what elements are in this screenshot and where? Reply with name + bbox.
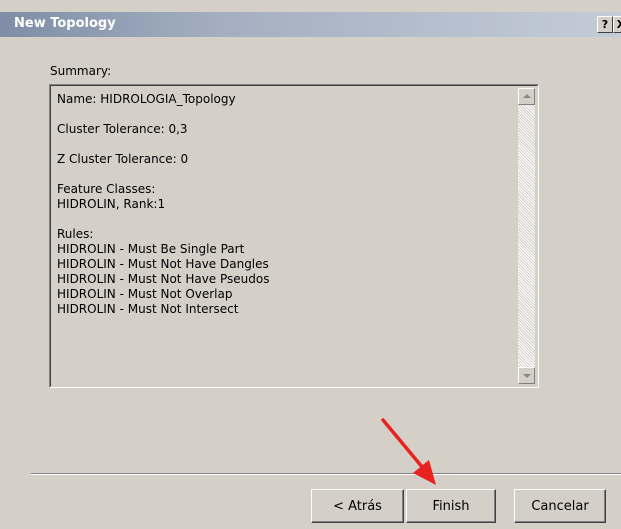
annotation-arrow-shaft bbox=[381, 418, 425, 470]
scroll-down-button[interactable] bbox=[518, 367, 535, 384]
scroll-up-arrow-icon bbox=[523, 94, 531, 98]
scroll-up-button[interactable] bbox=[518, 88, 535, 105]
vertical-scrollbar[interactable] bbox=[518, 88, 535, 384]
help-button[interactable]: ? bbox=[597, 16, 613, 33]
summary-textbox[interactable]: Name: HIDROLOGIA_Topology Cluster Tolera… bbox=[49, 84, 539, 388]
cancel-button[interactable]: Cancelar bbox=[514, 489, 606, 523]
window-title: New Topology bbox=[14, 16, 116, 31]
title-bar[interactable]: New Topology ? X bbox=[0, 12, 621, 37]
summary-textbox-inner: Name: HIDROLOGIA_Topology Cluster Tolera… bbox=[50, 85, 538, 387]
button-separator bbox=[31, 473, 621, 475]
summary-content: Name: HIDROLOGIA_Topology Cluster Tolera… bbox=[57, 92, 270, 316]
new-topology-dialog: New Topology ? X Summary: Name: HIDROLOG… bbox=[0, 0, 621, 529]
close-button[interactable]: X bbox=[613, 16, 621, 33]
summary-label: Summary: bbox=[50, 64, 112, 78]
scroll-down-arrow-icon bbox=[523, 374, 531, 378]
back-button[interactable]: < Atrás bbox=[311, 489, 404, 523]
finish-button[interactable]: Finish bbox=[406, 489, 496, 523]
